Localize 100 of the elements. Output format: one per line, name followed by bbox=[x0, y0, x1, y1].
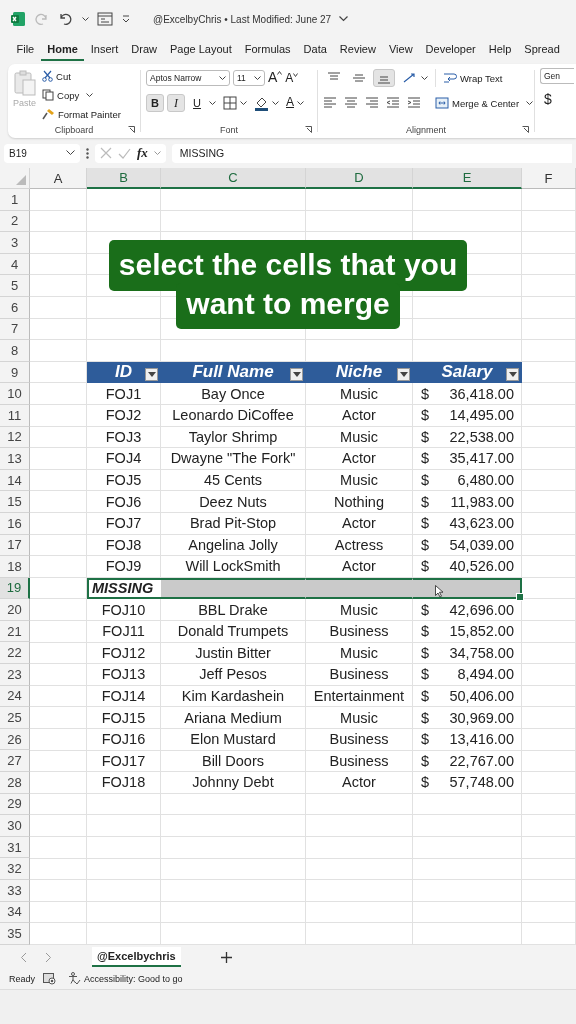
decrease-font-button[interactable]: A bbox=[285, 69, 299, 87]
merge-center-button[interactable]: Merge & Center bbox=[435, 95, 534, 111]
row-header[interactable]: 16 bbox=[0, 512, 30, 535]
fill-color-icon[interactable] bbox=[254, 95, 269, 111]
row-header[interactable]: 26 bbox=[0, 728, 30, 751]
row-header[interactable]: 13 bbox=[0, 448, 30, 470]
row-header[interactable]: 7 bbox=[0, 318, 30, 341]
row-header[interactable]: 33 bbox=[0, 880, 30, 902]
accessibility-icon[interactable] bbox=[68, 972, 81, 986]
add-sheet-icon[interactable] bbox=[220, 951, 232, 963]
column-header[interactable]: B bbox=[87, 168, 161, 189]
borders-icon[interactable] bbox=[223, 96, 237, 110]
caret-icon[interactable] bbox=[209, 100, 216, 106]
caret-icon[interactable] bbox=[421, 75, 428, 81]
row-header[interactable]: 30 bbox=[0, 815, 30, 837]
row-header[interactable]: 23 bbox=[0, 664, 30, 686]
menu-tab[interactable]: File bbox=[10, 39, 41, 61]
row-header[interactable]: 27 bbox=[0, 750, 30, 773]
row-header[interactable]: 29 bbox=[0, 793, 30, 816]
row-header[interactable]: 20 bbox=[0, 599, 30, 621]
caret-icon[interactable] bbox=[240, 100, 247, 106]
row-header[interactable]: 2 bbox=[0, 210, 30, 233]
menu-tab[interactable]: Data bbox=[297, 39, 334, 61]
formula-input[interactable]: MISSING bbox=[171, 143, 572, 163]
column-header[interactable]: E bbox=[413, 168, 522, 189]
more-options-icon[interactable] bbox=[86, 147, 89, 159]
row-header[interactable]: 35 bbox=[0, 923, 30, 945]
menu-tab[interactable]: Formulas bbox=[238, 39, 298, 61]
currency-button[interactable]: $ bbox=[540, 89, 576, 107]
menu-tab[interactable]: Review bbox=[333, 39, 383, 61]
name-box[interactable]: B19 bbox=[4, 143, 80, 163]
cut-button[interactable]: Cut bbox=[42, 68, 121, 84]
align-right-icon[interactable] bbox=[365, 97, 379, 109]
row-header[interactable]: 24 bbox=[0, 685, 30, 708]
column-header[interactable]: C bbox=[161, 168, 306, 189]
macro-record-icon[interactable] bbox=[43, 972, 56, 985]
row-header[interactable]: 8 bbox=[0, 340, 30, 362]
filter-button[interactable] bbox=[290, 367, 303, 381]
increase-indent-icon[interactable] bbox=[407, 97, 421, 109]
form-icon[interactable] bbox=[97, 12, 113, 26]
menu-tab[interactable]: Developer bbox=[419, 39, 483, 61]
bold-button[interactable]: B bbox=[146, 94, 164, 112]
dialog-launcher-icon[interactable] bbox=[305, 126, 312, 133]
menu-tab[interactable]: Insert bbox=[84, 39, 125, 61]
checkmark-icon[interactable] bbox=[118, 147, 131, 159]
menu-tab[interactable]: Spread bbox=[517, 39, 567, 61]
column-header[interactable]: A bbox=[30, 168, 87, 189]
menu-tab[interactable]: Home bbox=[40, 39, 85, 61]
font-name-dropdown[interactable]: Aptos Narrow bbox=[146, 70, 230, 86]
column-header[interactable]: D bbox=[306, 168, 413, 189]
column-header[interactable]: F bbox=[522, 168, 576, 189]
row-header[interactable]: 18 bbox=[0, 556, 30, 578]
row-header[interactable]: 12 bbox=[0, 426, 30, 449]
filter-button[interactable] bbox=[506, 367, 519, 381]
decrease-indent-icon[interactable] bbox=[386, 97, 400, 109]
font-color-button[interactable]: A bbox=[286, 94, 294, 112]
menu-tab[interactable]: Draw bbox=[124, 39, 164, 61]
customize-toolbar-icon[interactable] bbox=[121, 15, 131, 23]
fill-handle[interactable] bbox=[516, 593, 524, 602]
row-header[interactable]: 17 bbox=[0, 534, 30, 557]
insert-function-button[interactable]: fx bbox=[137, 145, 148, 161]
row-header[interactable]: 9 bbox=[0, 361, 30, 384]
format-painter-button[interactable]: Format Painter bbox=[42, 106, 121, 122]
caret-icon[interactable] bbox=[82, 16, 89, 22]
wrap-text-button[interactable]: Wrap Text bbox=[443, 70, 503, 86]
row-header[interactable]: 34 bbox=[0, 901, 30, 924]
row-header[interactable]: 11 bbox=[0, 404, 30, 427]
dialog-launcher-icon[interactable] bbox=[522, 126, 529, 133]
row-header[interactable]: 6 bbox=[0, 296, 30, 319]
row-header[interactable]: 5 bbox=[0, 275, 30, 297]
copy-button[interactable]: Copy bbox=[42, 87, 121, 103]
row-header[interactable]: 31 bbox=[0, 836, 30, 859]
row-header[interactable]: 21 bbox=[0, 620, 30, 643]
row-header[interactable]: 1 bbox=[0, 189, 30, 211]
sheet-tab[interactable]: @Excelbychris bbox=[92, 947, 181, 968]
menu-tab[interactable]: Help bbox=[482, 39, 518, 61]
orientation-icon[interactable] bbox=[402, 72, 418, 84]
menu-tab[interactable]: Page Layout bbox=[163, 39, 239, 61]
row-header[interactable]: 15 bbox=[0, 491, 30, 513]
underline-button[interactable]: U bbox=[188, 94, 206, 112]
next-sheet-icon[interactable] bbox=[45, 951, 52, 963]
filter-button[interactable] bbox=[145, 367, 158, 381]
row-header[interactable]: 3 bbox=[0, 232, 30, 254]
font-size-dropdown[interactable]: 11 bbox=[233, 70, 265, 86]
row-header[interactable]: 19 bbox=[0, 577, 30, 600]
menu-tab[interactable]: View bbox=[382, 39, 420, 61]
row-header[interactable]: 32 bbox=[0, 858, 30, 880]
accessibility-status[interactable]: Accessibility: Good to go bbox=[84, 973, 183, 984]
filter-button[interactable] bbox=[397, 367, 410, 381]
align-center-icon[interactable] bbox=[344, 97, 358, 109]
row-header[interactable]: 28 bbox=[0, 772, 30, 794]
dialog-launcher-icon[interactable] bbox=[128, 126, 135, 133]
row-header[interactable]: 22 bbox=[0, 642, 30, 665]
caret-icon[interactable] bbox=[297, 100, 304, 106]
row-header[interactable]: 4 bbox=[0, 253, 30, 276]
previous-sheet-icon[interactable] bbox=[20, 951, 27, 963]
undo-icon[interactable] bbox=[58, 11, 74, 27]
number-format-dropdown[interactable]: Gen bbox=[540, 68, 574, 84]
italic-button[interactable]: I bbox=[167, 94, 185, 112]
chevron-down-icon[interactable] bbox=[339, 16, 349, 22]
